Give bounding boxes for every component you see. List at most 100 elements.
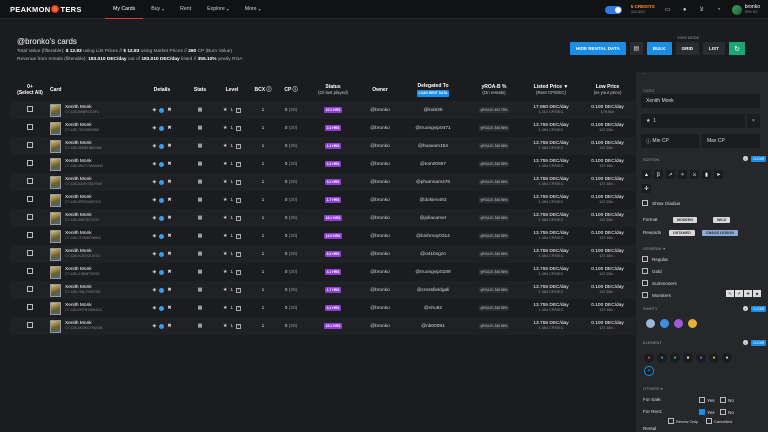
riftwatchers-edition-icon[interactable]: ✣ (642, 184, 651, 193)
owner-link[interactable]: @bronko (370, 216, 390, 221)
delegated-link[interactable]: @binhmay0314 (416, 234, 450, 239)
card-thumbnail[interactable] (50, 211, 61, 225)
show-gladius-checkbox[interactable]: Show Gladius (642, 200, 680, 206)
cp-header[interactable]: CP ⓘ (276, 80, 306, 101)
level-up-icon[interactable]: + (235, 197, 241, 203)
delegated-link[interactable]: @nhu52 (424, 306, 442, 311)
details-icon[interactable] (159, 143, 165, 149)
list-view-button[interactable]: LIST (703, 42, 725, 55)
row-checkbox[interactable] (27, 196, 33, 202)
delegated-link[interactable]: @truongvip0189 (415, 270, 450, 275)
row-checkbox[interactable] (27, 124, 33, 130)
level-up-icon[interactable]: + (235, 323, 241, 329)
profile-icon[interactable]: ● (681, 6, 689, 13)
stats-icon[interactable]: ▦ (198, 125, 203, 131)
dragon-element-icon[interactable]: ● (709, 353, 719, 363)
listed-price-header[interactable]: Listed Price ▼ (Rent CP/DEC) (522, 80, 580, 101)
delegated-link[interactable]: @koi635 (423, 108, 442, 113)
stats-icon[interactable]: ▦ (198, 179, 203, 185)
owner-link[interactable]: @bronko (370, 162, 390, 167)
info-icon[interactable]: i (743, 306, 748, 311)
details-icon[interactable] (159, 287, 165, 293)
chaos-edition-icon[interactable]: ➤ (714, 170, 723, 179)
transfer-icon[interactable]: ◈ (152, 215, 156, 221)
details-icon[interactable] (159, 251, 165, 257)
details-icon[interactable] (159, 179, 165, 185)
water-element-icon[interactable]: ● (657, 353, 667, 363)
row-checkbox[interactable] (27, 268, 33, 274)
general-filter-summoners[interactable]: Summoners (642, 280, 677, 286)
stats-icon[interactable]: ▦ (198, 287, 203, 293)
level-up-icon[interactable]: + (235, 305, 241, 311)
target-icon[interactable]: ✚ (744, 290, 752, 297)
nav-item-my-cards[interactable]: My Cards (105, 0, 144, 19)
owner-link[interactable]: @bronko (370, 324, 390, 329)
card-thumbnail[interactable] (50, 139, 61, 153)
general-filter-box[interactable] (642, 280, 648, 286)
burn-icon[interactable]: ✖ (167, 287, 171, 293)
life-element-icon[interactable]: ● (683, 353, 693, 363)
owner-link[interactable]: @bronko (370, 180, 390, 185)
general-filter-box[interactable] (642, 256, 648, 262)
reward-edition-icon[interactable]: ✧ (678, 170, 687, 179)
owner-link[interactable]: @bronko (370, 108, 390, 113)
delegated-link[interactable]: @tom00957 (420, 162, 446, 167)
owner-link[interactable]: @bronko (370, 288, 390, 293)
export-icon[interactable]: ▤ (629, 42, 643, 55)
row-checkbox[interactable] (27, 178, 33, 184)
shield-icon[interactable]: ◆ (753, 290, 761, 297)
for-rent-yes-box[interactable] (699, 409, 705, 415)
details-icon[interactable] (159, 269, 165, 275)
common-rarity-icon[interactable] (646, 319, 655, 328)
transfer-icon[interactable]: ◈ (152, 161, 156, 167)
status-header[interactable]: Status (Or last played) (306, 80, 360, 101)
burn-icon[interactable]: ✖ (167, 251, 171, 257)
card-thumbnail[interactable] (50, 301, 61, 315)
general-filter-gold[interactable]: Gold (642, 268, 662, 274)
rewards-untamed-button[interactable]: UNTAMED (669, 230, 695, 236)
select-all-header[interactable]: 0+ (Select All) (10, 80, 50, 101)
burn-icon[interactable]: ✖ (167, 215, 171, 221)
beta-edition-icon[interactable]: β (654, 170, 663, 179)
transfer-icon[interactable]: ◈ (152, 233, 156, 239)
transfer-icon[interactable]: ◈ (152, 287, 156, 293)
delegated-link[interactable]: @o41bsgzo (420, 252, 446, 257)
pencil-icon[interactable]: ✎ (726, 290, 734, 297)
transfer-icon[interactable]: ◈ (152, 269, 156, 275)
transfer-icon[interactable]: ◈ (152, 107, 156, 113)
close-icon[interactable]: ✕ (644, 366, 654, 376)
transfer-icon[interactable]: ◈ (152, 197, 156, 203)
row-checkbox[interactable] (27, 286, 33, 292)
for-sale-no-box[interactable] (720, 397, 726, 403)
delegated-link[interactable]: @phamnam476 (416, 180, 450, 185)
for-sale-no[interactable]: No (720, 397, 734, 403)
details-icon[interactable] (159, 161, 165, 167)
clear-quantity-icon[interactable]: × (747, 114, 760, 128)
delegated-header[interactable]: Delegated To LOAD RENT DATA (400, 80, 466, 101)
level-up-icon[interactable]: + (235, 269, 241, 275)
hide-rental-data-button[interactable]: HIDE RENTAL DATA (569, 42, 626, 55)
level-up-icon[interactable]: + (235, 125, 241, 131)
transfer-icon[interactable]: ◈ (152, 305, 156, 311)
alpha-edition-icon[interactable]: ▲ (642, 170, 651, 179)
delegated-link[interactable]: @nb00091 (421, 324, 445, 329)
details-icon[interactable] (159, 197, 165, 203)
burn-icon[interactable]: ✖ (167, 107, 171, 113)
details-icon[interactable] (159, 323, 165, 329)
card-thumbnail[interactable] (50, 121, 61, 135)
info-icon[interactable]: ⓘ (293, 87, 298, 93)
for-rent-yes[interactable]: Yes (699, 409, 715, 415)
burn-icon[interactable]: ✖ (167, 125, 171, 131)
details-icon[interactable] (159, 107, 165, 113)
show-gladius-box[interactable] (642, 200, 648, 206)
level-up-icon[interactable]: + (235, 179, 241, 185)
edition-clear-button[interactable]: CLEAR (751, 156, 767, 162)
delegated-link[interactable]: @crossfieldgali (417, 288, 450, 293)
stats-icon[interactable]: ▦ (198, 215, 203, 221)
row-checkbox[interactable] (27, 106, 33, 112)
transfer-icon[interactable]: ◈ (152, 125, 156, 131)
delegated-link[interactable]: @dokien493 (419, 198, 446, 203)
format-wild-button[interactable]: WILD (713, 217, 731, 223)
nav-item-more[interactable]: More ▾ (237, 0, 269, 19)
for-sale-yes[interactable]: Yes (699, 397, 715, 403)
